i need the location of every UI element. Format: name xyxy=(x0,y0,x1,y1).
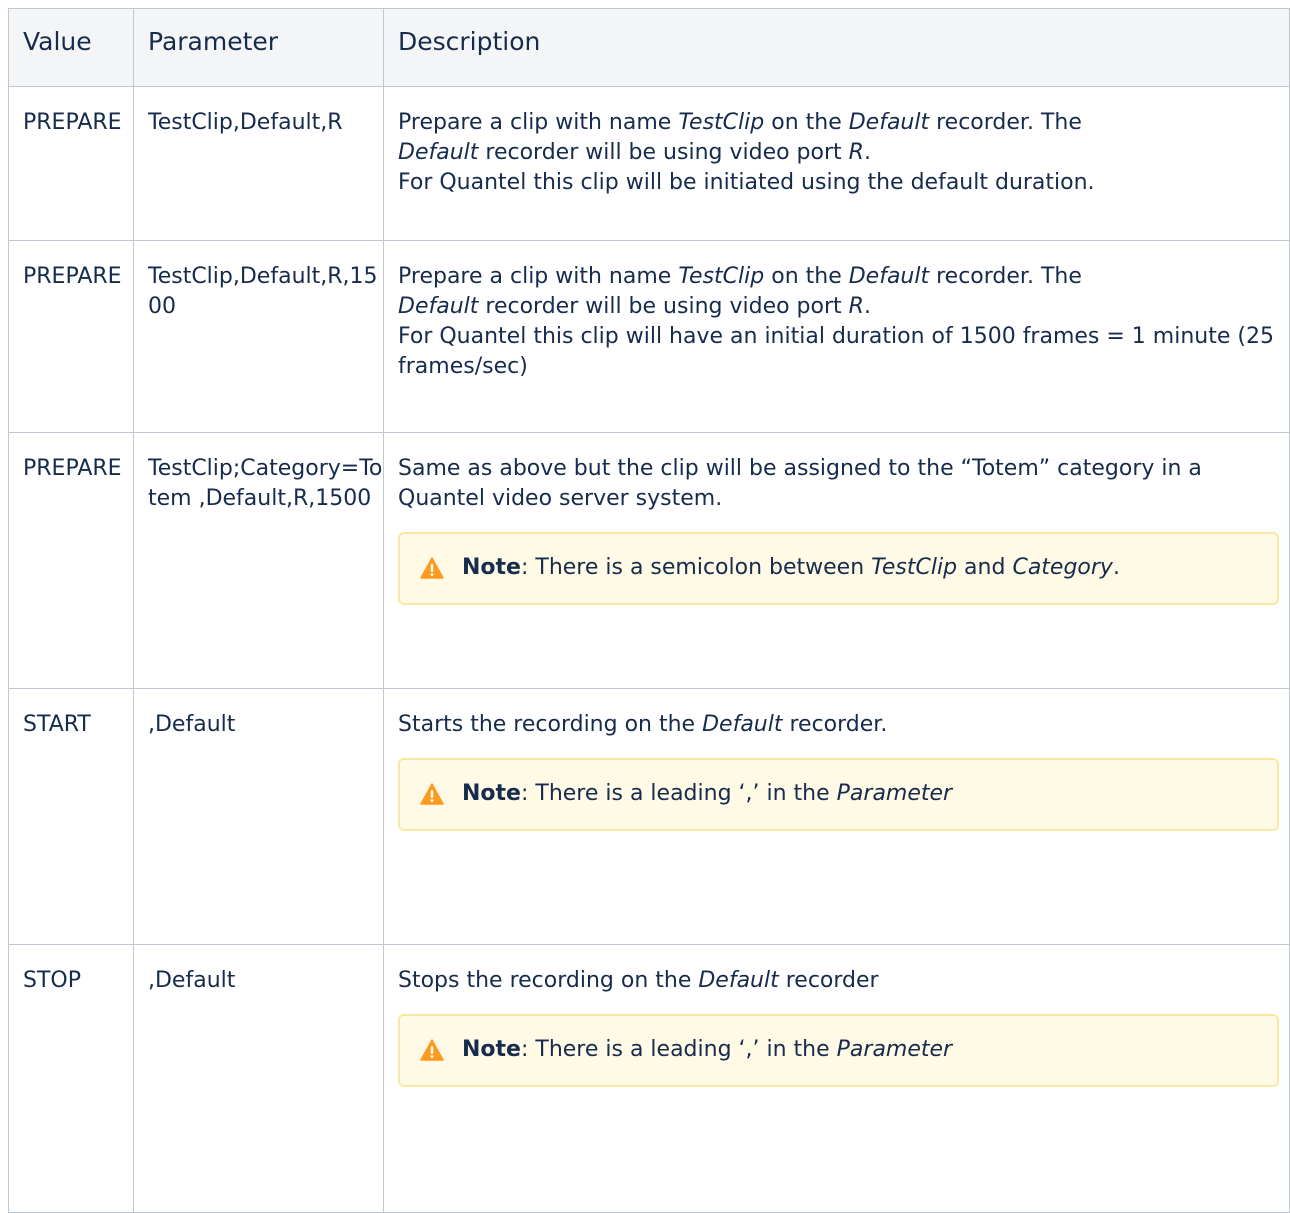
table-row: START ,Default Starts the recording on t… xyxy=(8,688,1290,945)
note-label: Note xyxy=(462,555,521,580)
cell-parameter: TestClip,Default,R xyxy=(133,86,384,241)
warning-icon xyxy=(420,1039,444,1061)
desc-recorder-name: Default xyxy=(398,294,479,319)
cell-description: Prepare a clip with name TestClip on the… xyxy=(383,240,1290,433)
cell-description: Prepare a clip with name TestClip on the… xyxy=(383,86,1290,241)
cell-value: STOP xyxy=(8,944,134,1213)
note-text: Note: There is a semicolon between TestC… xyxy=(462,553,1120,583)
note-text: Note: There is a leading ‘,’ in the Para… xyxy=(462,779,952,809)
desc-text: For Quantel this clip will be initiated … xyxy=(398,170,1095,195)
header-description: Description xyxy=(383,8,1290,87)
desc-text: Same as above but the clip will be assig… xyxy=(398,456,1202,511)
header-value: Value xyxy=(8,8,134,87)
warning-icon xyxy=(420,783,444,805)
desc-text: recorder. The xyxy=(929,264,1082,289)
note-label: Note xyxy=(462,781,521,806)
desc-text: recorder. xyxy=(782,712,888,737)
cell-value: PREPARE xyxy=(8,432,134,689)
note-text-part: . xyxy=(1112,555,1120,580)
desc-text: recorder will be using video port xyxy=(478,140,849,165)
cell-value: PREPARE xyxy=(8,240,134,433)
note-panel: Note: There is a semicolon between TestC… xyxy=(398,532,1279,605)
desc-text: recorder. The xyxy=(929,110,1082,135)
desc-recorder-name: Default xyxy=(698,968,779,993)
cell-parameter: ,Default xyxy=(133,688,384,945)
desc-port-name: R xyxy=(848,294,864,319)
table-row: PREPARE TestClip,Default,R,1500 Prepare … xyxy=(8,240,1290,433)
desc-text: . xyxy=(863,140,871,165)
note-text-part: : There is a leading ‘,’ in the xyxy=(520,1037,837,1062)
cell-parameter: TestClip;Category=Totem ,Default,R,1500 xyxy=(133,432,384,689)
table-row: PREPARE TestClip,Default,R Prepare a cli… xyxy=(8,86,1290,241)
warning-icon xyxy=(420,557,444,579)
cell-value: START xyxy=(8,688,134,945)
note-panel: Note: There is a leading ‘,’ in the Para… xyxy=(398,758,1279,831)
desc-recorder-name: Default xyxy=(702,712,783,737)
desc-recorder-name: Default xyxy=(398,140,479,165)
desc-recorder-name: Default xyxy=(848,110,930,135)
desc-recorder-name: Default xyxy=(848,264,930,289)
cell-description: Starts the recording on the Default reco… xyxy=(383,688,1290,945)
table-row: STOP ,Default Stops the recording on the… xyxy=(8,944,1290,1213)
cell-value: PREPARE xyxy=(8,86,134,241)
table-row: PREPARE TestClip;Category=Totem ,Default… xyxy=(8,432,1290,689)
header-parameter: Parameter xyxy=(133,8,384,87)
note-emphasis: TestClip xyxy=(871,555,958,580)
note-text-part: : There is a leading ‘,’ in the xyxy=(520,781,837,806)
desc-port-name: R xyxy=(848,140,864,165)
note-text-part: : There is a semicolon between xyxy=(520,555,872,580)
desc-text: on the xyxy=(764,264,849,289)
note-emphasis: Category xyxy=(1012,555,1113,580)
cell-parameter: ,Default xyxy=(133,944,384,1213)
cell-parameter: TestClip,Default,R,1500 xyxy=(133,240,384,433)
desc-text: recorder xyxy=(778,968,879,993)
note-emphasis: Parameter xyxy=(836,781,953,806)
desc-text: Prepare a clip with name xyxy=(398,110,679,135)
desc-text: Prepare a clip with name xyxy=(398,264,679,289)
desc-text: Stops the recording on the xyxy=(398,968,699,993)
note-text-part: and xyxy=(957,555,1013,580)
note-text: Note: There is a leading ‘,’ in the Para… xyxy=(462,1035,952,1065)
cell-description: Stops the recording on the Default recor… xyxy=(383,944,1290,1213)
desc-text: Starts the recording on the xyxy=(398,712,703,737)
header-row: Value Parameter Description xyxy=(8,8,1290,87)
desc-clip-name: TestClip xyxy=(678,264,765,289)
desc-text: recorder will be using video port xyxy=(478,294,849,319)
note-emphasis: Parameter xyxy=(836,1037,953,1062)
commands-table: Value Parameter Description PREPARE Test… xyxy=(8,8,1290,1213)
cell-description: Same as above but the clip will be assig… xyxy=(383,432,1290,689)
desc-text: For Quantel this clip will have an initi… xyxy=(398,324,1274,379)
note-panel: Note: There is a leading ‘,’ in the Para… xyxy=(398,1014,1279,1087)
desc-clip-name: TestClip xyxy=(678,110,765,135)
desc-text: on the xyxy=(764,110,849,135)
desc-text: . xyxy=(863,294,871,319)
note-label: Note xyxy=(462,1037,521,1062)
